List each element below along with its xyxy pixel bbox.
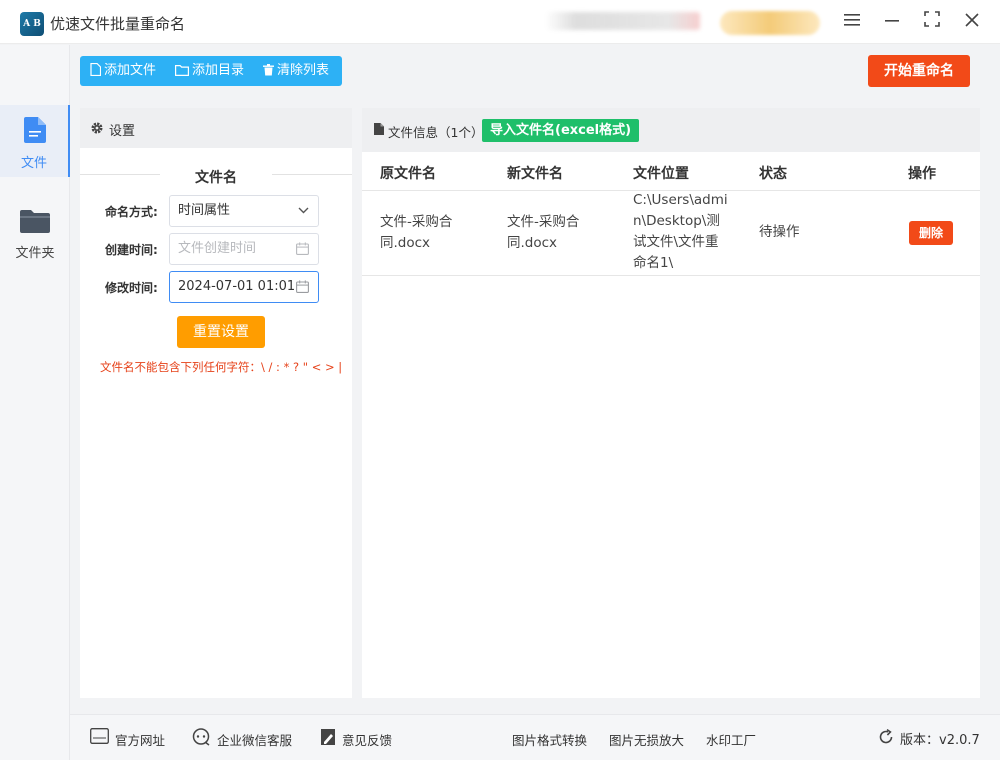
refresh-icon: [879, 729, 893, 744]
blurred-account-info: [545, 12, 700, 30]
title-bar: A B 优速文件批量重命名: [0, 0, 1000, 44]
img-convert-link[interactable]: 图片格式转换: [512, 730, 587, 749]
footer: 官方网址 企业微信客服 意见反馈 图片格式转换 图片无损放大 水印工厂 版本：v…: [70, 714, 1000, 760]
nav-file-label: 文件: [20, 156, 47, 171]
modify-time-value: 2024-07-01 01:01: [178, 279, 296, 294]
clear-list-button[interactable]: 清除列表: [263, 56, 329, 86]
modify-time-label: 修改时间:: [105, 281, 158, 295]
gear-icon: [91, 122, 103, 134]
cell-location: C:\Users\admi n\Desktop\测 试文件\文件重 命名1\: [633, 190, 728, 274]
nav-item-folder[interactable]: 文件夹: [0, 195, 70, 267]
modify-time-input[interactable]: 2024-07-01 01:01: [169, 271, 319, 303]
section-title: 文件名: [195, 170, 237, 186]
nav-item-file[interactable]: 文件: [0, 105, 70, 177]
add-dir-label: 添加目录: [192, 63, 245, 78]
start-rename-button[interactable]: 开始重命名: [868, 55, 970, 87]
hamburger-icon[interactable]: [840, 10, 864, 34]
calendar-icon: [296, 242, 309, 255]
trash-icon: [263, 64, 274, 76]
col-new-name: 新文件名: [507, 166, 563, 182]
cell-new-line: 同.docx: [507, 235, 558, 251]
cell-location-line: C:\Users\admi: [633, 192, 728, 208]
reset-settings-button[interactable]: 重置设置: [177, 316, 265, 348]
col-original-name: 原文件名: [380, 166, 436, 182]
col-location: 文件位置: [633, 166, 689, 182]
maximize-icon[interactable]: [920, 10, 944, 34]
settings-panel: 设置 文件名 命名方式: 时间属性 创建时间: 文件创建时间 修改时间: 202…: [80, 108, 352, 698]
cell-new-name: 文件-采购合 同.docx: [507, 212, 579, 254]
col-action: 操作: [908, 166, 936, 182]
app-title: 优速文件批量重命名: [50, 15, 186, 33]
document-icon: [374, 123, 384, 135]
cell-location-line: 命名1\: [633, 255, 674, 271]
create-time-input[interactable]: 文件创建时间: [169, 233, 319, 265]
add-file-icon: [90, 62, 102, 77]
folder-icon: [20, 210, 50, 233]
cell-status: 待操作: [759, 224, 800, 240]
filename-warning: 文件名不能包含下列任何字符：\ / : * ? " < > |: [100, 360, 343, 374]
watermark-link[interactable]: 水印工厂: [706, 730, 756, 749]
blurred-vip-badge[interactable]: [720, 11, 820, 35]
feedback-link[interactable]: 意见反馈: [342, 730, 392, 749]
add-dir-button[interactable]: 添加目录: [175, 56, 244, 86]
website-icon: [90, 728, 109, 744]
nav-folder-label: 文件夹: [15, 246, 55, 261]
cell-new-line: 文件-采购合: [507, 214, 580, 230]
wechat-service-link[interactable]: 企业微信客服: [217, 730, 292, 749]
cell-location-line: n\Desktop\测: [633, 213, 720, 229]
file-icon: [24, 117, 46, 143]
file-info-header: 文件信息（1个） 导入文件名(excel格式): [362, 108, 980, 152]
version-text: 版本：v2.0.7: [900, 733, 980, 748]
website-link[interactable]: 官方网址: [115, 730, 165, 749]
delete-button[interactable]: 删除: [909, 221, 953, 245]
wechat-service-icon: [192, 728, 210, 746]
naming-mode-label: 命名方式:: [105, 205, 158, 219]
create-time-placeholder: 文件创建时间: [178, 241, 257, 256]
naming-mode-select[interactable]: 时间属性: [169, 195, 319, 227]
add-dir-icon: [175, 65, 189, 76]
settings-title: 设置: [109, 124, 136, 139]
cell-original-name: 文件-采购合 同.docx: [380, 212, 452, 254]
feedback-icon: [321, 729, 335, 745]
add-file-button[interactable]: 添加文件: [90, 56, 156, 86]
row-divider: [362, 275, 980, 276]
close-icon[interactable]: [960, 10, 984, 34]
file-info-title: 文件信息（1个）: [388, 125, 484, 140]
import-excel-button[interactable]: 导入文件名(excel格式): [482, 119, 640, 142]
toolbar: 添加文件 添加目录 清除列表: [80, 56, 342, 86]
left-nav: 文件 文件夹: [0, 45, 70, 760]
app-logo: A B: [20, 12, 44, 36]
add-file-label: 添加文件: [104, 63, 157, 78]
naming-mode-value: 时间属性: [178, 203, 231, 218]
cell-location-line: 试文件\文件重: [633, 234, 719, 250]
create-time-label: 创建时间:: [105, 243, 158, 257]
cell-original-line: 同.docx: [380, 235, 431, 251]
col-status: 状态: [759, 166, 787, 182]
cell-original-line: 文件-采购合: [380, 214, 453, 230]
clear-list-label: 清除列表: [277, 63, 330, 78]
minimize-icon[interactable]: [880, 10, 904, 34]
settings-header: 设置: [80, 108, 352, 148]
calendar-icon: [296, 280, 309, 293]
file-info-panel: 文件信息（1个） 导入文件名(excel格式) 原文件名 新文件名 文件位置 状…: [362, 108, 980, 698]
chevron-down-icon: [298, 207, 309, 214]
img-enlarge-link[interactable]: 图片无损放大: [609, 730, 684, 749]
